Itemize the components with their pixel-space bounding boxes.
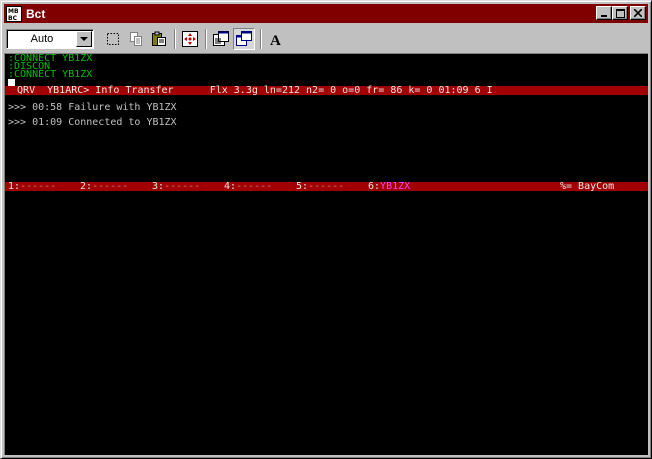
properties-button[interactable] <box>210 28 232 50</box>
font-size-combo-value: Auto <box>30 33 54 45</box>
channel-bar: 1:------ 2:------ 3:------ 4:------ 5:--… <box>5 181 648 192</box>
copy-button[interactable] <box>125 28 147 50</box>
channel-value: ------ <box>92 181 129 192</box>
message-line: >>> 01:09 Connected to YB1ZX <box>8 117 177 128</box>
channel-item-1[interactable]: 1:------ <box>8 181 57 192</box>
font-icon: A <box>270 33 281 48</box>
connect-button[interactable] <box>179 28 201 50</box>
terminal-pane[interactable]: :CONNECT YB1ZX :DISCON :CONNECT YB1ZX QR… <box>4 53 648 455</box>
select-all-button[interactable] <box>102 28 124 50</box>
channel-value-active: YB1ZX <box>380 181 411 192</box>
channel-item-3[interactable]: 3:------ <box>152 181 201 192</box>
status-bar: QRV YB1ARC> Info Transfer Flx 3.3g ln=21… <box>5 85 648 96</box>
app-logo-icon: MB BC <box>7 6 21 21</box>
app-window: MB BC Bct Auto A:CONNECT YB1ZX:DISCON … <box>0 0 652 459</box>
svg-text:A: A <box>270 33 281 48</box>
svg-text:MB: MB <box>8 8 19 15</box>
channel-label: 4: <box>224 181 237 192</box>
close-icon <box>634 9 642 17</box>
channel-value: ------ <box>308 181 345 192</box>
command-line: :CONNECT YB1ZX <box>8 69 93 80</box>
channel-label: 5: <box>296 181 309 192</box>
font-button[interactable]: A <box>265 28 287 50</box>
window-title: Bct <box>26 6 46 21</box>
windows-button[interactable] <box>233 28 255 50</box>
minimize-icon <box>601 15 607 17</box>
title-bar[interactable]: MB BC Bct <box>4 4 648 23</box>
toolbar: Auto A <box>4 25 648 52</box>
windows-icon <box>236 31 252 46</box>
maximize-icon <box>615 8 625 18</box>
app-icon[interactable]: MB BC <box>6 5 22 22</box>
channel-value: ------ <box>236 181 273 192</box>
channel-label: 1: <box>8 181 21 192</box>
channel-label: 3: <box>152 181 165 192</box>
baycom-indicator: %= BayCom <box>560 181 615 192</box>
chevron-down-icon[interactable] <box>76 31 92 47</box>
select-all-icon <box>107 33 119 45</box>
paste-icon <box>152 31 166 46</box>
channel-label: 2: <box>80 181 93 192</box>
channel-item-4[interactable]: 4:------ <box>224 181 273 192</box>
maximize-button[interactable] <box>612 6 628 20</box>
copy-icon <box>130 32 142 46</box>
font-size-combo[interactable]: Auto <box>6 29 94 49</box>
connect-icon <box>182 31 198 47</box>
paste-button[interactable] <box>148 28 170 50</box>
message-line: >>> 00:58 Failure with YB1ZX <box>8 102 177 113</box>
svg-text:BC: BC <box>8 15 18 21</box>
channel-item-6[interactable]: 6:YB1ZX <box>368 181 411 192</box>
channel-item-2[interactable]: 2:------ <box>80 181 129 192</box>
properties-icon <box>213 31 229 46</box>
channel-label: 6: <box>368 181 381 192</box>
minimize-button[interactable] <box>596 6 612 20</box>
channel-value: ------ <box>20 181 57 192</box>
status-bar-text: QRV YB1ARC> Info Transfer Flx 3.3g ln=21… <box>5 85 493 96</box>
channel-value: ------ <box>164 181 201 192</box>
close-button[interactable] <box>630 6 646 20</box>
channel-item-5[interactable]: 5:------ <box>296 181 345 192</box>
